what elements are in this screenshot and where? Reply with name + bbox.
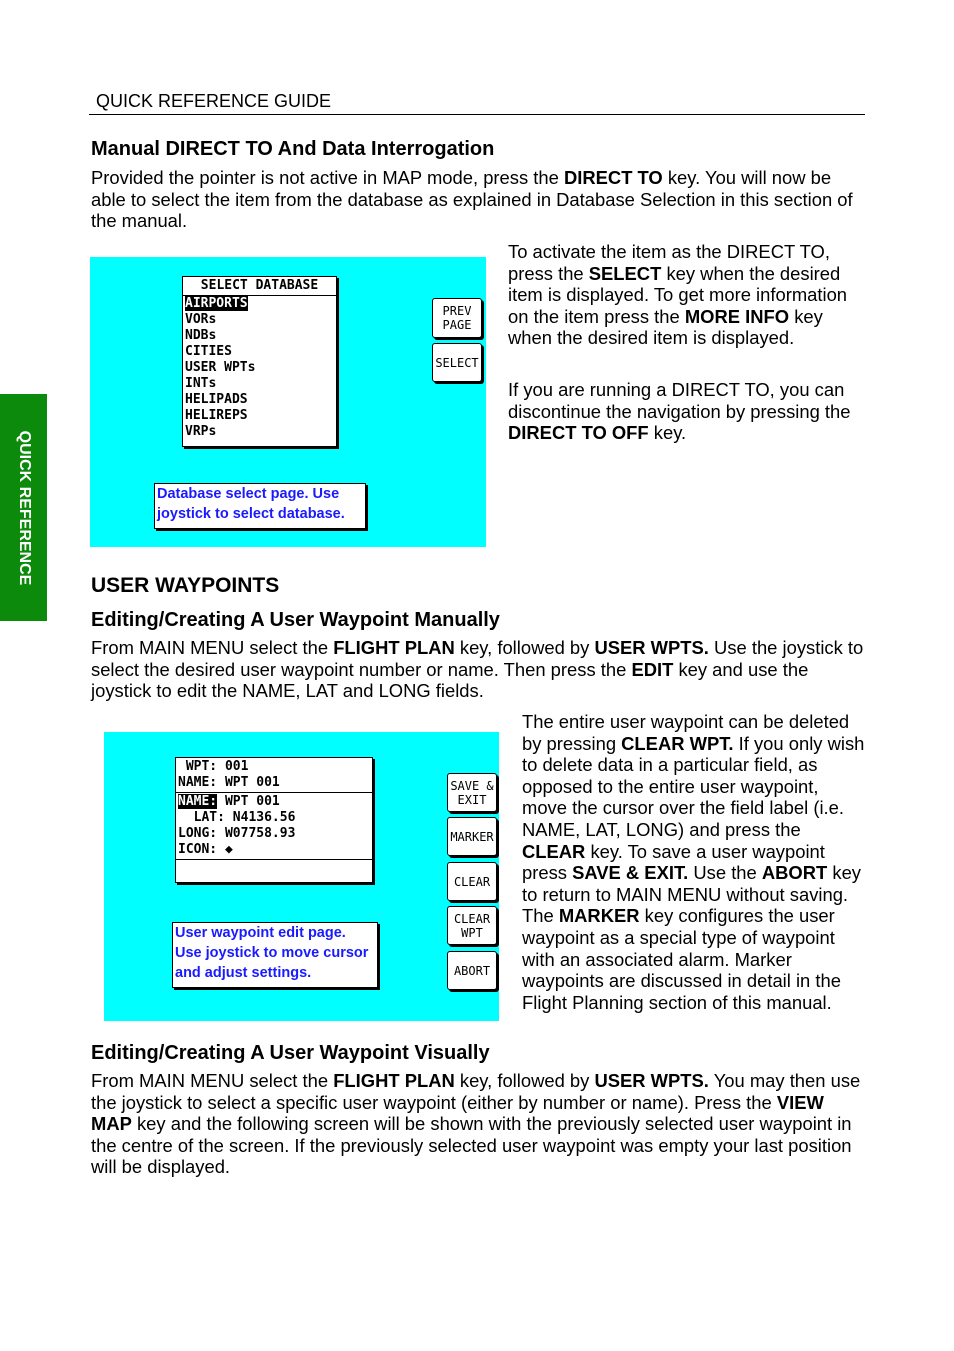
database-item-label: AIRPORTS bbox=[185, 296, 248, 311]
prev-page-button[interactable]: PREV PAGE bbox=[432, 298, 482, 338]
field-value: WPT 001 bbox=[224, 794, 280, 809]
database-item-label: USER WPTs bbox=[185, 360, 256, 375]
database-item-vrps[interactable]: VRPs bbox=[185, 424, 336, 440]
field-label: ICON: bbox=[178, 842, 218, 857]
text-run: From MAIN MENU select the bbox=[91, 637, 334, 658]
field-value: N4136.56 bbox=[232, 810, 296, 825]
page: QUICK REFERENCE GUIDE QUICK REFERENCE Ma… bbox=[0, 0, 954, 1351]
database-item-label: VRPs bbox=[185, 424, 217, 439]
key-name: EDIT bbox=[631, 658, 674, 680]
paragraph: If you are running a DIRECT TO, you can … bbox=[508, 379, 868, 444]
marker-button[interactable]: MARKER bbox=[447, 817, 497, 856]
clear-button[interactable]: CLEAR bbox=[447, 862, 497, 901]
key-name: DIRECT TO bbox=[563, 167, 663, 188]
header-rule bbox=[89, 114, 865, 115]
database-item-label: VORs bbox=[185, 312, 217, 327]
database-list-box: SELECT DATABASE AIRPORTS VORs NDBs CITIES US… bbox=[182, 276, 337, 447]
key-name: SELECT bbox=[588, 262, 662, 284]
save-exit-button[interactable]: SAVE & EXIT bbox=[447, 773, 497, 812]
text-run: key and the following screen will be sho… bbox=[91, 1113, 852, 1178]
side-tab: QUICK REFERENCE bbox=[0, 394, 47, 621]
paragraph: From MAIN MENU select the FLIGHT PLAN ke… bbox=[91, 637, 866, 702]
waypoint-edit-box: WPT: 001 NAME: WPT 001 NAME: WPT 001 LAT:… bbox=[175, 757, 373, 883]
section-heading: Manual DIRECT TO And Data Interrogation bbox=[91, 138, 495, 160]
select-button[interactable]: SELECT bbox=[432, 343, 482, 382]
key-name: FLIGHT PLAN bbox=[333, 637, 455, 658]
database-select-screen: SELECT DATABASE AIRPORTS VORs NDBs CITIES US… bbox=[90, 257, 486, 547]
clear-wpt-button[interactable]: CLEAR WPT bbox=[447, 906, 497, 945]
database-item-helireps[interactable]: HELIREPS bbox=[185, 408, 336, 424]
field-value: 001 bbox=[224, 759, 249, 774]
text-run: key, followed by bbox=[454, 1070, 595, 1091]
waypoint-field-row[interactable]: LAT: N4136.56 bbox=[178, 810, 370, 826]
key-name: CLEAR WPT. bbox=[621, 732, 734, 754]
key-name: MORE INFO bbox=[684, 305, 790, 327]
database-item-label: NDBs bbox=[185, 328, 217, 343]
subsection-heading: Editing/Creating A User Waypoint Visuall… bbox=[91, 1042, 490, 1064]
paragraph: Provided the pointer is not active in MA… bbox=[91, 167, 861, 232]
database-item-label: CITIES bbox=[185, 344, 232, 359]
field-label: NAME: bbox=[178, 794, 218, 809]
field-value: W07758.93 bbox=[224, 826, 296, 841]
key-name: USER WPTS. bbox=[594, 1070, 709, 1091]
text-run: If you are running a DIRECT TO, you can … bbox=[508, 379, 851, 422]
database-item-helipads[interactable]: HELIPADS bbox=[185, 392, 336, 408]
database-item-label: HELIREPS bbox=[185, 408, 248, 423]
subsection-heading: Editing/Creating A User Waypoint Manuall… bbox=[91, 609, 500, 631]
key-name: CLEAR bbox=[522, 840, 586, 862]
database-item-ndbs[interactable]: NDBs bbox=[185, 328, 336, 344]
paragraph: To activate the item as the DIRECT TO, p… bbox=[508, 241, 868, 349]
text-run: Provided the pointer is not active in MA… bbox=[91, 167, 564, 188]
database-item-vors[interactable]: VORs bbox=[185, 312, 336, 328]
key-name: FLIGHT PLAN bbox=[333, 1070, 455, 1091]
help-text-box: User waypoint edit page. Use joystick to… bbox=[172, 922, 378, 988]
text-run: Use the bbox=[688, 862, 762, 884]
waypoint-field-row[interactable]: NAME: WPT 001 bbox=[178, 794, 370, 810]
field-label: LONG: bbox=[178, 826, 218, 841]
user-waypoint-edit-screen: WPT: 001 NAME: WPT 001 NAME: WPT 001 LAT:… bbox=[104, 732, 499, 1021]
database-item-ints[interactable]: INTs bbox=[185, 376, 336, 392]
database-item-cities[interactable]: CITIES bbox=[185, 344, 336, 360]
field-label: WPT: bbox=[178, 759, 218, 774]
field-value: ◆ bbox=[224, 842, 233, 857]
waypoint-field-row[interactable]: WPT: 001 bbox=[178, 759, 370, 775]
help-text-box: Database select page. Use joystick to se… bbox=[154, 483, 366, 529]
list-title: SELECT DATABASE bbox=[183, 277, 336, 296]
paragraph: From MAIN MENU select the FLIGHT PLAN ke… bbox=[91, 1070, 866, 1178]
key-name: SAVE & EXIT. bbox=[572, 862, 689, 884]
page-header: QUICK REFERENCE GUIDE bbox=[96, 91, 332, 111]
key-name: USER WPTS. bbox=[594, 637, 709, 658]
text-run: From MAIN MENU select the bbox=[91, 1070, 334, 1091]
field-label: LAT: bbox=[178, 810, 225, 825]
paragraph: The entire user waypoint can be deleted … bbox=[522, 711, 867, 1013]
side-tab-label: QUICK REFERENCE bbox=[15, 430, 33, 585]
field-label: NAME: bbox=[178, 775, 218, 790]
database-item-user-wpts[interactable]: USER WPTs bbox=[185, 360, 336, 376]
field-value: WPT 001 bbox=[224, 775, 280, 790]
text-run: key, followed by bbox=[454, 637, 595, 658]
abort-button[interactable]: ABORT bbox=[447, 951, 497, 990]
database-item-label: HELIPADS bbox=[185, 392, 248, 407]
text-run: key. bbox=[648, 422, 687, 444]
waypoint-field-row[interactable]: ICON: ◆ bbox=[178, 842, 370, 858]
key-name: ABORT bbox=[761, 862, 828, 884]
waypoint-field-row[interactable]: NAME: WPT 001 bbox=[178, 775, 370, 791]
database-item-label: INTs bbox=[185, 376, 217, 391]
database-item-airports[interactable]: AIRPORTS bbox=[185, 296, 336, 312]
key-name: DIRECT TO OFF bbox=[508, 422, 649, 444]
section-heading: USER WAYPOINTS bbox=[91, 574, 280, 597]
key-name: MARKER bbox=[558, 905, 640, 927]
waypoint-field-row[interactable]: LONG: W07758.93 bbox=[178, 826, 370, 842]
